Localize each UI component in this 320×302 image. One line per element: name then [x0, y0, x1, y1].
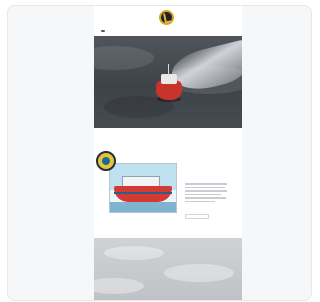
feature-paragraph [185, 183, 227, 204]
anchor-emblem-icon[interactable] [159, 10, 174, 25]
feature-section [94, 128, 242, 238]
text-line [185, 190, 227, 192]
boat-cabin [161, 74, 177, 84]
preview-card [7, 5, 312, 301]
site-header [94, 6, 242, 36]
text-line [185, 186, 225, 188]
foam-shape [164, 264, 234, 282]
foam-shape [104, 246, 164, 260]
sea-surface-photo [94, 238, 242, 300]
boat-mast [168, 64, 169, 76]
text-line [185, 183, 227, 185]
text-line [185, 197, 226, 199]
website-preview[interactable] [94, 6, 242, 300]
anchor-icon [163, 12, 172, 24]
hero-image [94, 36, 242, 128]
badge-icon [96, 151, 116, 171]
read-more-button[interactable] [185, 214, 209, 219]
boat-illustration-icon [109, 163, 177, 213]
text-line [185, 200, 215, 202]
illustration-stripe [114, 192, 172, 194]
illustration-hull [114, 186, 172, 202]
wave-shape [94, 46, 154, 70]
foam-shape [94, 278, 144, 294]
text-line [185, 193, 221, 195]
illustration-water [110, 202, 176, 212]
menu-icon[interactable] [101, 30, 105, 32]
